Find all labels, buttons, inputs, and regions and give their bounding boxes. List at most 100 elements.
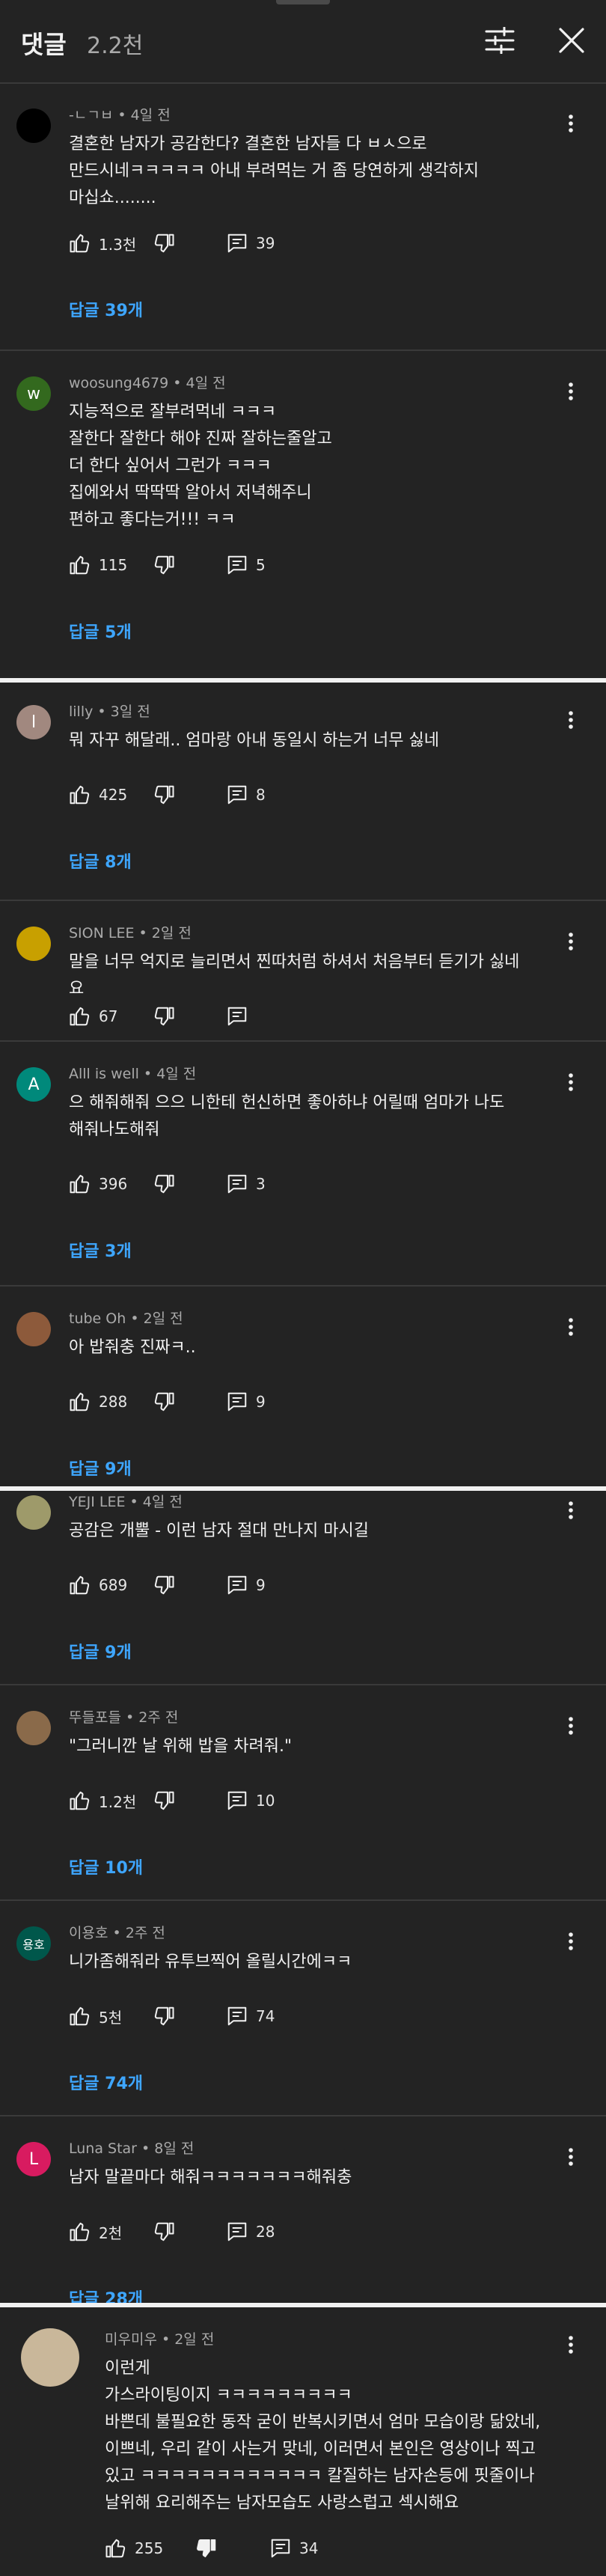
- view-replies-link[interactable]: 답글 39개: [69, 297, 143, 321]
- avatar[interactable]: [16, 927, 51, 961]
- dislike-button[interactable]: [153, 1001, 175, 1031]
- comment-author[interactable]: Alll is well: [69, 1066, 139, 1082]
- like-count: 1.2천: [99, 1792, 137, 1811]
- avatar[interactable]: 용호: [16, 1926, 51, 1961]
- comment-author[interactable]: YEJI LEE: [69, 1494, 125, 1510]
- reply-button[interactable]: 9: [226, 1570, 266, 1600]
- more-options-button[interactable]: [556, 376, 586, 406]
- comment-author[interactable]: SION LEE: [69, 925, 134, 941]
- more-options-button[interactable]: [556, 1312, 586, 1342]
- reply-button[interactable]: 8: [226, 780, 266, 810]
- comments-title: 댓글: [21, 30, 67, 59]
- avatar[interactable]: w: [16, 376, 51, 411]
- comment-author[interactable]: -ㄴㄱㅂ: [69, 107, 113, 123]
- dislike-button[interactable]: [153, 228, 175, 258]
- dislike-button[interactable]: [153, 1387, 175, 1417]
- comment-author[interactable]: 뚜들포들: [69, 1709, 121, 1726]
- view-replies-link[interactable]: 답글 3개: [69, 1238, 132, 1262]
- comment-author[interactable]: Luna Star: [69, 2140, 137, 2157]
- view-replies-link[interactable]: 답글 9개: [69, 1456, 132, 1480]
- avatar[interactable]: [16, 1711, 51, 1745]
- thumbs-up-icon: [70, 234, 90, 253]
- like-button[interactable]: 255: [105, 2533, 163, 2563]
- reply-button[interactable]: 34: [269, 2533, 318, 2563]
- more-options-button[interactable]: [556, 1711, 586, 1741]
- like-button[interactable]: 2천: [69, 2217, 122, 2247]
- comments-count: 2.2천: [87, 33, 144, 59]
- comment-author[interactable]: 미우미우: [105, 2331, 157, 2348]
- view-replies-link[interactable]: 답글 74개: [69, 2070, 143, 2094]
- more-options-button[interactable]: [556, 1067, 586, 1097]
- more-options-button[interactable]: [556, 1495, 586, 1525]
- reply-button[interactable]: 39: [226, 228, 275, 258]
- comment-meta: SION LEE • 2일 전: [69, 922, 192, 942]
- dislike-button[interactable]: [153, 550, 175, 580]
- like-button[interactable]: 67: [69, 1001, 117, 1031]
- comment-text-line: 남자 말끝마다 해줘ㅋㅋㅋㅋㅋㅋㅋ해줘충: [69, 2168, 352, 2187]
- avatar[interactable]: A: [16, 1067, 51, 1102]
- section-divider: [0, 1684, 606, 1685]
- reply-button[interactable]: 74: [226, 2001, 275, 2031]
- more-options-button[interactable]: [556, 927, 586, 956]
- view-replies-link[interactable]: 답글 5개: [69, 619, 132, 643]
- comment-author[interactable]: woosung4679: [69, 375, 168, 391]
- thumbs-down-icon: [154, 1392, 174, 1411]
- more-options-button[interactable]: [556, 2330, 586, 2360]
- dislike-button[interactable]: [153, 1169, 175, 1199]
- like-button[interactable]: 5천: [69, 2001, 122, 2031]
- avatar[interactable]: [16, 1495, 51, 1530]
- more-options-button[interactable]: [556, 109, 586, 138]
- reply-count: 74: [256, 2007, 275, 2025]
- comment-author[interactable]: lilly: [69, 703, 93, 720]
- thumbs-up-icon: [70, 555, 90, 575]
- dislike-button[interactable]: [153, 2217, 175, 2247]
- like-button[interactable]: 689: [69, 1570, 127, 1600]
- reply-button[interactable]: [226, 1001, 248, 1031]
- comment-actions: 288 9: [69, 1387, 383, 1417]
- meta-separator: •: [168, 375, 186, 391]
- more-options-button[interactable]: [556, 1926, 586, 1956]
- avatar[interactable]: L: [16, 2142, 51, 2176]
- reply-icon: [227, 1007, 247, 1026]
- like-button[interactable]: 288: [69, 1387, 127, 1417]
- dislike-button[interactable]: [153, 780, 175, 810]
- like-count: 115: [99, 556, 128, 574]
- more-vert-icon: [569, 933, 573, 950]
- avatar[interactable]: l: [16, 705, 51, 739]
- comment-text-line: 해줘나도해줘: [69, 1120, 160, 1139]
- close-button[interactable]: [548, 16, 596, 64]
- reply-button[interactable]: 9: [226, 1387, 266, 1417]
- dislike-button[interactable]: [195, 2533, 217, 2563]
- like-button[interactable]: 1.3천: [69, 228, 136, 258]
- like-button[interactable]: 115: [69, 550, 127, 580]
- view-replies-link[interactable]: 답글 8개: [69, 849, 132, 873]
- like-button[interactable]: 396: [69, 1169, 127, 1199]
- reply-button[interactable]: 5: [226, 550, 266, 580]
- more-options-button[interactable]: [556, 705, 586, 735]
- view-replies-link[interactable]: 답글 10개: [69, 1855, 143, 1878]
- more-vert-icon: [569, 115, 573, 132]
- dislike-button[interactable]: [153, 2001, 175, 2031]
- avatar[interactable]: [21, 2328, 79, 2387]
- comment-text-line: 날위해 요리해주는 남자모습도 사랑스럽고 섹시해요: [105, 2494, 459, 2512]
- reply-button[interactable]: 3: [226, 1169, 266, 1199]
- dislike-button[interactable]: [153, 1570, 175, 1600]
- avatar[interactable]: [16, 1312, 51, 1346]
- comment-text: 결혼한 남자가 공감한다? 결혼한 남자들 다 ㅂㅅ으로 만드시네ㅋㅋㅋㅋㅋ 아내…: [69, 131, 525, 212]
- more-options-button[interactable]: [556, 2142, 586, 2172]
- view-replies-link[interactable]: 답글 9개: [69, 1639, 132, 1663]
- thumbs-up-icon: [70, 1791, 90, 1810]
- reply-button[interactable]: 28: [226, 2217, 275, 2247]
- like-count: 396: [99, 1175, 128, 1193]
- comment-author[interactable]: 이용호: [69, 1925, 108, 1941]
- reply-button[interactable]: 10: [226, 1786, 275, 1816]
- comment-text-line: 잘한다 잘한다 해야 진짜 잘하는줄알고: [69, 430, 332, 448]
- dislike-button[interactable]: [153, 1786, 175, 1816]
- like-button[interactable]: 425: [69, 780, 127, 810]
- comment-author[interactable]: tube Oh: [69, 1310, 126, 1327]
- avatar[interactable]: [16, 109, 51, 143]
- thumbs-down-icon: [197, 2539, 216, 2557]
- sort-filter-button[interactable]: [476, 16, 524, 64]
- like-button[interactable]: 1.2천: [69, 1786, 136, 1816]
- thumbs-up-icon: [70, 2006, 90, 2026]
